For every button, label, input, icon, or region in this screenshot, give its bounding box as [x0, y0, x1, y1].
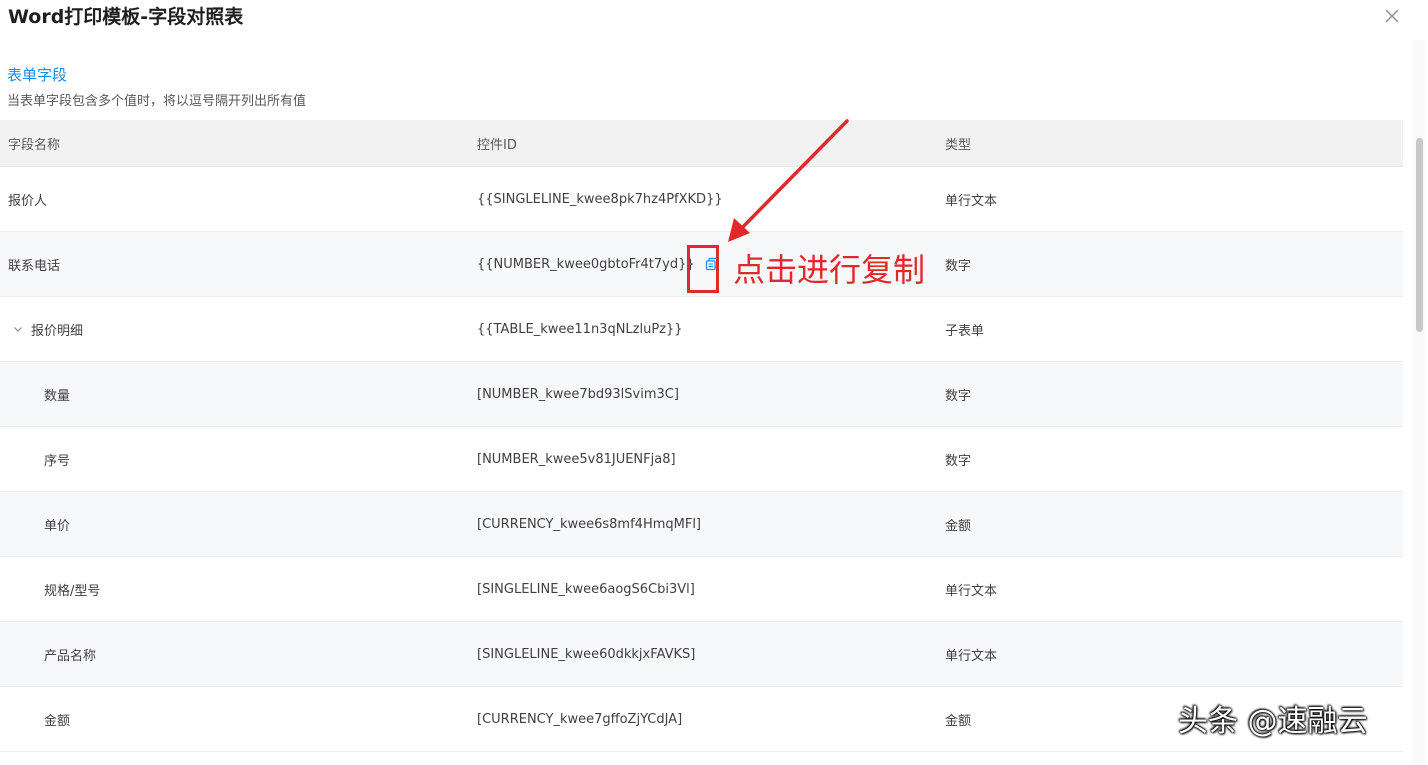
control-id[interactable]: {{SINGLELINE_kwee8pk7hz4PfXKD}} — [477, 167, 723, 231]
table-header: 字段名称 控件ID 类型 — [0, 120, 1403, 167]
control-id-cell: {{NUMBER_kwee0gbtoFr4t7yd}} — [477, 232, 719, 296]
field-type: 子表单 — [945, 323, 985, 339]
table-row: 单价 [CURRENCY_kwee6s8mf4HmqMFl] 金额 — [0, 492, 1403, 557]
control-id[interactable]: [NUMBER_kwee7bd93lSvim3C] — [477, 362, 679, 426]
field-name: 规格/型号 — [44, 583, 101, 599]
field-type: 单行文本 — [945, 583, 998, 599]
field-name: 产品名称 — [44, 648, 97, 664]
field-name: 数量 — [44, 388, 71, 404]
field-type: 金额 — [945, 518, 972, 534]
field-name-group: 报价明细 — [10, 297, 83, 361]
annotation-arrow — [728, 119, 849, 242]
field-type: 单行文本 — [945, 193, 998, 209]
control-id[interactable]: [CURRENCY_kwee6s8mf4HmqMFl] — [477, 492, 701, 556]
table-row: 报价人 {{SINGLELINE_kwee8pk7hz4PfXKD}} 单行文本 — [0, 167, 1403, 232]
table-row: 数量 [NUMBER_kwee7bd93lSvim3C] 数字 — [0, 362, 1403, 427]
table-row: 报价明细 {{TABLE_kwee11n3qNLzluPz}} 子表单 — [0, 297, 1403, 362]
header-control-id: 控件ID — [477, 137, 517, 153]
field-name: 联系电话 — [8, 258, 61, 274]
field-type: 数字 — [945, 388, 972, 404]
annotation-text: 点击进行复制 — [733, 251, 926, 289]
section-title: 表单字段 — [7, 66, 68, 84]
scrollbar-thumb[interactable] — [1416, 138, 1423, 332]
table-row: 序号 [NUMBER_kwee5v81JUENFja8] 数字 — [0, 427, 1403, 492]
field-name: 序号 — [44, 453, 71, 469]
field-name: 报价明细 — [31, 323, 84, 339]
control-id[interactable]: [NUMBER_kwee5v81JUENFja8] — [477, 427, 676, 491]
field-type: 金额 — [945, 713, 972, 729]
control-id[interactable]: [SINGLELINE_kwee60dkkjxFAVKS] — [477, 622, 695, 686]
header-type: 类型 — [945, 137, 972, 153]
table-row: 产品名称 [SINGLELINE_kwee60dkkjxFAVKS] 单行文本 — [0, 622, 1403, 687]
annotation-highlight-box — [687, 245, 719, 293]
table-row: 规格/型号 [SINGLELINE_kwee6aogS6Cbi3Vl] 单行文本 — [0, 557, 1403, 622]
field-type: 数字 — [945, 258, 972, 274]
header-field-name: 字段名称 — [8, 137, 61, 153]
dialog-title: Word打印模板-字段对照表 — [8, 6, 244, 28]
close-button[interactable] — [1380, 4, 1404, 28]
control-id[interactable]: [CURRENCY_kwee7gffoZjYCdJA] — [477, 687, 682, 751]
field-name: 报价人 — [8, 193, 48, 209]
field-table: 字段名称 控件ID 类型 报价人 {{SINGLELINE_kwee8pk7hz… — [0, 120, 1403, 752]
field-type: 单行文本 — [945, 648, 998, 664]
watermark: 头条 @速融云 — [1178, 704, 1368, 739]
close-icon — [1385, 9, 1399, 23]
control-id[interactable]: {{TABLE_kwee11n3qNLzluPz}} — [477, 297, 683, 361]
control-id[interactable]: {{NUMBER_kwee0gbtoFr4t7yd}} — [477, 257, 695, 272]
field-name: 金额 — [44, 713, 71, 729]
control-id[interactable]: [SINGLELINE_kwee6aogS6Cbi3Vl] — [477, 557, 695, 621]
chevron-down-icon[interactable] — [10, 321, 26, 337]
section-description: 当表单字段包含多个值时，将以逗号隔开列出所有值 — [7, 94, 307, 109]
field-type: 数字 — [945, 453, 972, 469]
field-name: 单价 — [44, 518, 71, 534]
